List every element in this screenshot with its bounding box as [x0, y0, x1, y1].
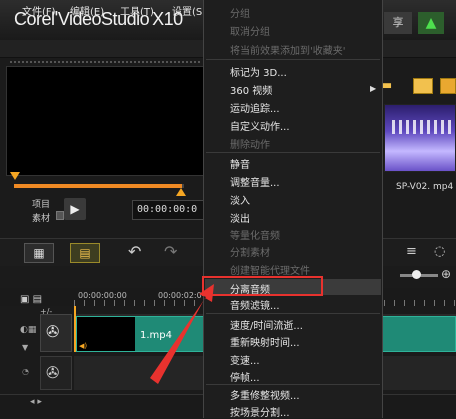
storyboard-view-icon[interactable]: ▦: [24, 243, 54, 263]
menu-item-split-by-scene[interactable]: 按场景分割...: [230, 404, 290, 419]
menu-file[interactable]: 文件(F): [22, 3, 56, 18]
timeline-view-icon[interactable]: ▤: [70, 243, 100, 263]
show-video-icon[interactable]: [413, 78, 433, 94]
film-reel-icon: ✇: [46, 363, 60, 382]
scroll-arrows-icon[interactable]: ◂ ▸: [30, 397, 42, 407]
undo-icon[interactable]: ↶: [128, 242, 141, 261]
menu-item-fade-in[interactable]: 淡入: [230, 192, 250, 207]
menu-item-mark-3d[interactable]: 标记为 3D...: [230, 64, 287, 79]
zoom-in-icon[interactable]: ⊕: [441, 267, 451, 281]
mark-out-handle[interactable]: [176, 188, 186, 196]
playhead[interactable]: [74, 306, 76, 352]
menu-item-adjust-volume[interactable]: 调整音量...: [230, 174, 280, 189]
thumbnail-lights: [392, 120, 452, 134]
clip-name: 1.mp4: [140, 330, 172, 341]
menu-item-custom-motion[interactable]: 自定义动作...: [230, 118, 290, 133]
menu-item-split-clip[interactable]: 分割素材: [230, 244, 270, 259]
menu-settings[interactable]: 设置(S): [172, 3, 206, 18]
ruler-mark-time: 00:00:02:0: [158, 291, 202, 300]
project-mode-label[interactable]: 项目: [32, 197, 50, 210]
speaker-icon: ◀): [79, 342, 88, 350]
redo-icon[interactable]: ↷: [164, 242, 177, 261]
clip-mode-label[interactable]: 素材: [32, 211, 50, 224]
zoom-slider-knob[interactable]: [412, 270, 421, 279]
menu-separator: [206, 313, 380, 314]
menu-item-delete-motion[interactable]: 删除动作: [230, 136, 270, 151]
menu-item-smart-proxy[interactable]: 创建智能代理文件: [230, 262, 310, 277]
sound-mixer-icon[interactable]: ≡: [406, 244, 417, 259]
track-visibility-icon[interactable]: ◐▦: [20, 325, 36, 335]
submenu-arrow-icon: ▶: [370, 84, 377, 93]
overlay-toggle-icon[interactable]: ◔: [22, 367, 29, 376]
track-manager-icon[interactable]: ▣ ▤: [20, 294, 42, 305]
play-button[interactable]: ▶: [64, 198, 86, 220]
tab-share[interactable]: 享: [384, 12, 412, 34]
menu-item-fade-out[interactable]: 淡出: [230, 210, 250, 225]
menu-tools[interactable]: 工具(T): [120, 3, 154, 18]
menu-item-ungroup[interactable]: 取消分组: [230, 23, 270, 38]
menu-separator: [206, 59, 380, 60]
menu-item-variable-speed[interactable]: 变速...: [230, 352, 260, 367]
trim-range: [14, 184, 182, 188]
player-grip: [10, 61, 200, 64]
menu-item-motion-tracking[interactable]: 运动追踪...: [230, 100, 280, 115]
menu-item-speed-time-lapse[interactable]: 速度/时间流逝...: [230, 317, 303, 332]
mark-in-handle[interactable]: [10, 172, 20, 180]
menu-item-normalize-audio[interactable]: 等量化音频: [230, 227, 280, 242]
menu-edit[interactable]: 编辑(E): [70, 3, 104, 18]
show-photo-icon[interactable]: [440, 78, 456, 94]
menu-item-mute[interactable]: 静音: [230, 156, 250, 171]
clip-mode-toggle[interactable]: [56, 211, 64, 220]
collapse-icon[interactable]: ▼: [22, 343, 28, 352]
menu-item-multi-trim[interactable]: 多重修整视频...: [230, 387, 300, 402]
film-reel-icon: ✇: [46, 322, 60, 341]
motion-track-icon[interactable]: ◌: [434, 244, 445, 259]
library-thumbnail[interactable]: [384, 104, 456, 172]
menu-item-audio-filter[interactable]: 音频滤镜...: [230, 297, 280, 312]
menu-item-group[interactable]: 分组: [230, 5, 250, 20]
menu-separator: [206, 384, 380, 385]
upload-arrow-icon[interactable]: ▲: [418, 12, 444, 34]
menu-item-freeze-frame[interactable]: 停帧...: [230, 369, 260, 384]
thumbnail-name: SP-V02. mp4: [396, 182, 454, 192]
annotation-highlight-box: [202, 276, 323, 296]
ruler-start-time: 00:00:00:00: [78, 291, 127, 300]
menu-item-add-favorite[interactable]: 将当前效果添加到'收藏夹': [230, 42, 346, 57]
menu-item-360-video[interactable]: 360 视频: [230, 82, 272, 97]
preview-window: [6, 66, 204, 176]
menu-separator: [206, 152, 380, 153]
menu-item-time-remap[interactable]: 重新映射时间...: [230, 334, 300, 349]
timecode-display[interactable]: 00:00:00:0: [132, 200, 204, 220]
